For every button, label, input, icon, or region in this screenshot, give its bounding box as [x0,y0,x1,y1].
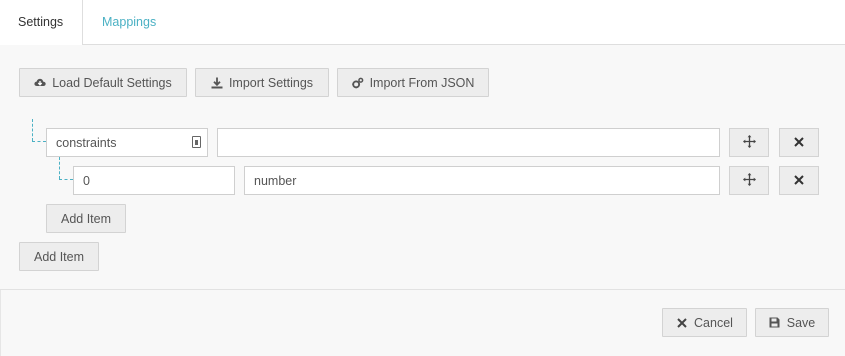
object-type-icon[interactable] [192,136,201,148]
load-default-settings-button[interactable]: Load Default Settings [19,68,187,97]
settings-panel: Load Default Settings Import Settings Im… [0,45,845,290]
tab-bar: Settings Mappings [0,0,845,45]
cancel-button[interactable]: Cancel [662,308,747,337]
save-button[interactable]: Save [755,308,829,337]
import-settings-button[interactable]: Import Settings [195,68,329,97]
save-label: Save [786,315,816,330]
tree-connector [32,119,33,141]
cogs-icon [351,77,364,89]
remove-button[interactable] [779,128,819,157]
move-button[interactable] [729,166,769,195]
move-icon [742,172,756,189]
key-field-index[interactable]: 0 [73,166,235,195]
import-from-json-button[interactable]: Import From JSON [337,68,489,97]
key-value: constraints [56,135,117,150]
key-field-constraints[interactable]: constraints [46,128,208,157]
add-item-outer-button[interactable]: Add Item [19,242,99,271]
footer: Cancel Save [0,290,845,356]
floppy-disk-icon [769,317,781,329]
cloud-download-icon [34,77,46,89]
close-icon [794,174,804,188]
cancel-label: Cancel [694,315,733,330]
move-icon [742,134,756,151]
import-settings-label: Import Settings [228,75,314,90]
close-icon [794,136,804,150]
close-icon [676,317,688,329]
tree-connector [59,157,60,179]
value-field-number[interactable]: number [244,166,720,195]
import-from-json-label: Import From JSON [369,75,475,90]
remove-button[interactable] [779,166,819,195]
tab-settings[interactable]: Settings [0,0,83,45]
add-item-inner-button[interactable]: Add Item [46,204,126,233]
load-default-settings-label: Load Default Settings [52,75,172,90]
download-icon [211,77,223,89]
move-button[interactable] [729,128,769,157]
tree-connector [32,141,46,142]
tab-mappings[interactable]: Mappings [84,0,174,44]
tree-connector [59,179,73,180]
value-field-constraints[interactable] [217,128,720,157]
